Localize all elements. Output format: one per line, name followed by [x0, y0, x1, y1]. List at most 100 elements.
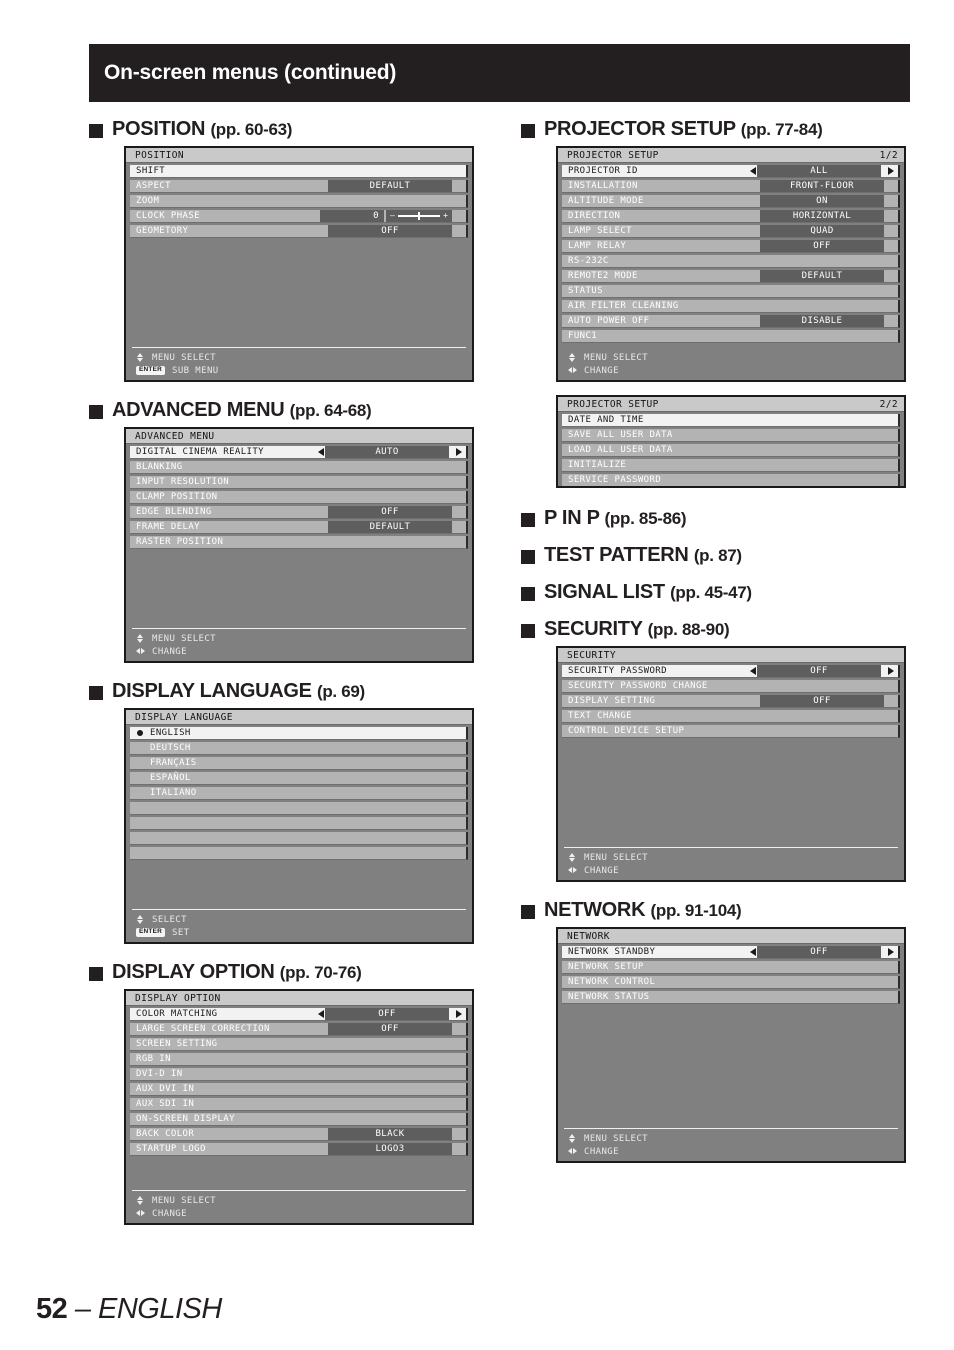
menu-row-frame-delay[interactable]: FRAME DELAY DEFAULT — [130, 521, 468, 534]
left-arrow-icon[interactable] — [318, 1010, 324, 1018]
menu-row-initialize[interactable]: INITIALIZE — [562, 459, 900, 472]
menu-row-clamp-position[interactable]: CLAMP POSITION — [130, 491, 468, 504]
menu-row-zoom[interactable]: ZOOM — [130, 195, 468, 208]
row-value-box: LOGO3 — [328, 1143, 452, 1155]
row-label: ALTITUDE MODE — [568, 196, 644, 206]
menu-row-digital-cinema-reality[interactable]: DIGITAL CINEMA REALITY AUTO — [130, 446, 468, 459]
menu-row-blanking[interactable]: BLANKING — [130, 461, 468, 474]
menu-row-text-change[interactable]: TEXT CHANGE — [562, 710, 900, 723]
menu-row-edge-blending[interactable]: EDGE BLENDING OFF — [130, 506, 468, 519]
menu-row-func1[interactable]: FUNC1 — [562, 330, 900, 343]
menu-row-color-matching[interactable]: COLOR MATCHING OFF — [130, 1008, 468, 1021]
menu-row-altitude-mode[interactable]: ALTITUDE MODE ON — [562, 195, 900, 208]
row-label: INITIALIZE — [568, 460, 627, 470]
language-row-francais[interactable]: FRANÇAIS — [130, 757, 468, 770]
language-row-deutsch[interactable]: DEUTSCH — [130, 742, 468, 755]
menu-row-direction[interactable]: DIRECTION HORIZONTAL — [562, 210, 900, 223]
menu-row-load-all-user-data[interactable]: LOAD ALL USER DATA — [562, 444, 900, 457]
heading-label: POSITION (pp. 60-63) — [112, 118, 293, 140]
menu-row-installation[interactable]: INSTALLATION FRONT-FLOOR — [562, 180, 900, 193]
language-row-empty[interactable] — [130, 817, 468, 830]
row-label: NETWORK STATUS — [568, 992, 650, 1002]
menu-row-clock-phase[interactable]: CLOCK PHASE 0 – + — [130, 210, 468, 223]
right-arrow-icon[interactable] — [456, 448, 462, 456]
menu-row-aux-dvi-in[interactable]: AUX DVI IN — [130, 1083, 468, 1096]
menu-row-shift[interactable]: SHIFT — [130, 165, 468, 178]
menu-row-aux-sdi-in[interactable]: AUX SDI IN — [130, 1098, 468, 1111]
row-label: SECURITY PASSWORD — [568, 666, 667, 676]
row-label: SHIFT — [136, 166, 166, 176]
menu-row-air-filter-cleaning[interactable]: AIR FILTER CLEANING — [562, 300, 900, 313]
row-value-text: AUTO — [375, 447, 399, 457]
language-row-empty[interactable] — [130, 847, 468, 860]
menu-row-network-standby[interactable]: NETWORK STANDBY OFF — [562, 946, 900, 959]
menu-row-network-status[interactable]: NETWORK STATUS — [562, 991, 900, 1004]
menu-row-lamp-select[interactable]: LAMP SELECT QUAD — [562, 225, 900, 238]
language-row-english[interactable]: ENGLISH — [130, 727, 468, 740]
row-value-box: ALL — [757, 165, 881, 177]
menu-row-rs-232c[interactable]: RS-232C — [562, 255, 900, 268]
menu-row-control-device-setup[interactable]: CONTROL DEVICE SETUP — [562, 725, 900, 738]
menu-row-network-setup[interactable]: NETWORK SETUP — [562, 961, 900, 974]
slider-knob[interactable] — [418, 212, 420, 220]
menu-row-screen-setting[interactable]: SCREEN SETTING — [130, 1038, 468, 1051]
language-row-empty[interactable] — [130, 802, 468, 815]
left-arrow-icon[interactable] — [318, 448, 324, 456]
right-arrow-icon[interactable] — [888, 948, 894, 956]
menu-row-date-and-time[interactable]: DATE AND TIME — [562, 414, 900, 427]
language-row-empty[interactable] — [130, 832, 468, 845]
menu-row-on-screen-display[interactable]: ON-SCREEN DISPLAY — [130, 1113, 468, 1126]
menu-row-status[interactable]: STATUS — [562, 285, 900, 298]
clock-phase-slider[interactable]: – + — [386, 210, 452, 222]
slider-track[interactable] — [397, 212, 441, 220]
heading-label: ADVANCED MENU (pp. 64-68) — [112, 399, 372, 421]
menu-row-back-color[interactable]: BACK COLOR BLACK — [130, 1128, 468, 1141]
left-right-arrow-icon — [568, 366, 577, 375]
row-label: SCREEN SETTING — [136, 1039, 218, 1049]
heading-label: SIGNAL LIST (pp. 45-47) — [544, 581, 752, 603]
row-label: EDGE BLENDING — [136, 507, 212, 517]
menu-row-auto-power-off[interactable]: AUTO POWER OFF DISABLE — [562, 315, 900, 328]
left-arrow-icon[interactable] — [750, 667, 756, 675]
osd-title-bar: PROJECTOR SETUP 1/2 — [558, 148, 904, 163]
section-heading-display-option: DISPLAY OPTION (pp. 70-76) — [89, 961, 489, 984]
menu-row-raster-position[interactable]: RASTER POSITION — [130, 536, 468, 549]
menu-row-lamp-relay[interactable]: LAMP RELAY OFF — [562, 240, 900, 253]
left-arrow-icon[interactable] — [750, 948, 756, 956]
menu-row-security-password-change[interactable]: SECURITY PASSWORD CHANGE — [562, 680, 900, 693]
section-heading-network: NETWORK (pp. 91-104) — [521, 899, 921, 922]
menu-row-large-screen-correction[interactable]: LARGE SCREEN CORRECTION OFF — [130, 1023, 468, 1036]
menu-row-display-setting[interactable]: DISPLAY SETTING OFF — [562, 695, 900, 708]
osd-panel-projector-setup-1: PROJECTOR SETUP 1/2 PROJECTOR ID ALL INS… — [556, 146, 906, 382]
menu-row-geometory[interactable]: GEOMETORY OFF — [130, 225, 468, 238]
right-arrow-icon[interactable] — [456, 1010, 462, 1018]
menu-row-network-control[interactable]: NETWORK CONTROL — [562, 976, 900, 989]
osd-title-label: POSITION — [135, 149, 184, 161]
osd-row-list: SECURITY PASSWORD OFF SECURITY PASSWORD … — [558, 663, 904, 738]
menu-row-projector-id[interactable]: PROJECTOR ID ALL — [562, 165, 900, 178]
menu-row-save-all-user-data[interactable]: SAVE ALL USER DATA — [562, 429, 900, 442]
menu-row-startup-logo[interactable]: STARTUP LOGO LOGO3 — [130, 1143, 468, 1156]
menu-row-remote2-mode[interactable]: REMOTE2 MODE DEFAULT — [562, 270, 900, 283]
osd-panel-position: POSITION SHIFT ASPECT DEFAULT ZOOM CLOCK… — [124, 146, 474, 382]
menu-row-aspect[interactable]: ASPECT DEFAULT — [130, 180, 468, 193]
divider — [132, 628, 466, 629]
row-label: DEUTSCH — [150, 743, 191, 753]
right-arrow-icon[interactable] — [888, 667, 894, 675]
menu-row-dvi-d-in[interactable]: DVI-D IN — [130, 1068, 468, 1081]
menu-row-input-resolution[interactable]: INPUT RESOLUTION — [130, 476, 468, 489]
row-value-text: LOGO3 — [375, 1144, 405, 1154]
osd-help-footer: MENU SELECT CHANGE — [562, 1128, 900, 1158]
menu-row-security-password[interactable]: SECURITY PASSWORD OFF — [562, 665, 900, 678]
osd-title-bar: NETWORK — [558, 929, 904, 944]
help-label: CHANGE — [584, 1146, 619, 1157]
row-label: SAVE ALL USER DATA — [568, 430, 673, 440]
row-label: RASTER POSITION — [136, 537, 224, 547]
language-row-italiano[interactable]: ITALIANO — [130, 787, 468, 800]
right-arrow-icon[interactable] — [888, 167, 894, 175]
menu-row-rgb-in[interactable]: RGB IN — [130, 1053, 468, 1066]
left-arrow-icon[interactable] — [750, 167, 756, 175]
language-row-espanol[interactable]: ESPAÑOL — [130, 772, 468, 785]
osd-help-footer: MENU SELECT CHANGE — [130, 628, 468, 658]
menu-row-service-password[interactable]: SERVICE PASSWORD — [562, 474, 900, 486]
